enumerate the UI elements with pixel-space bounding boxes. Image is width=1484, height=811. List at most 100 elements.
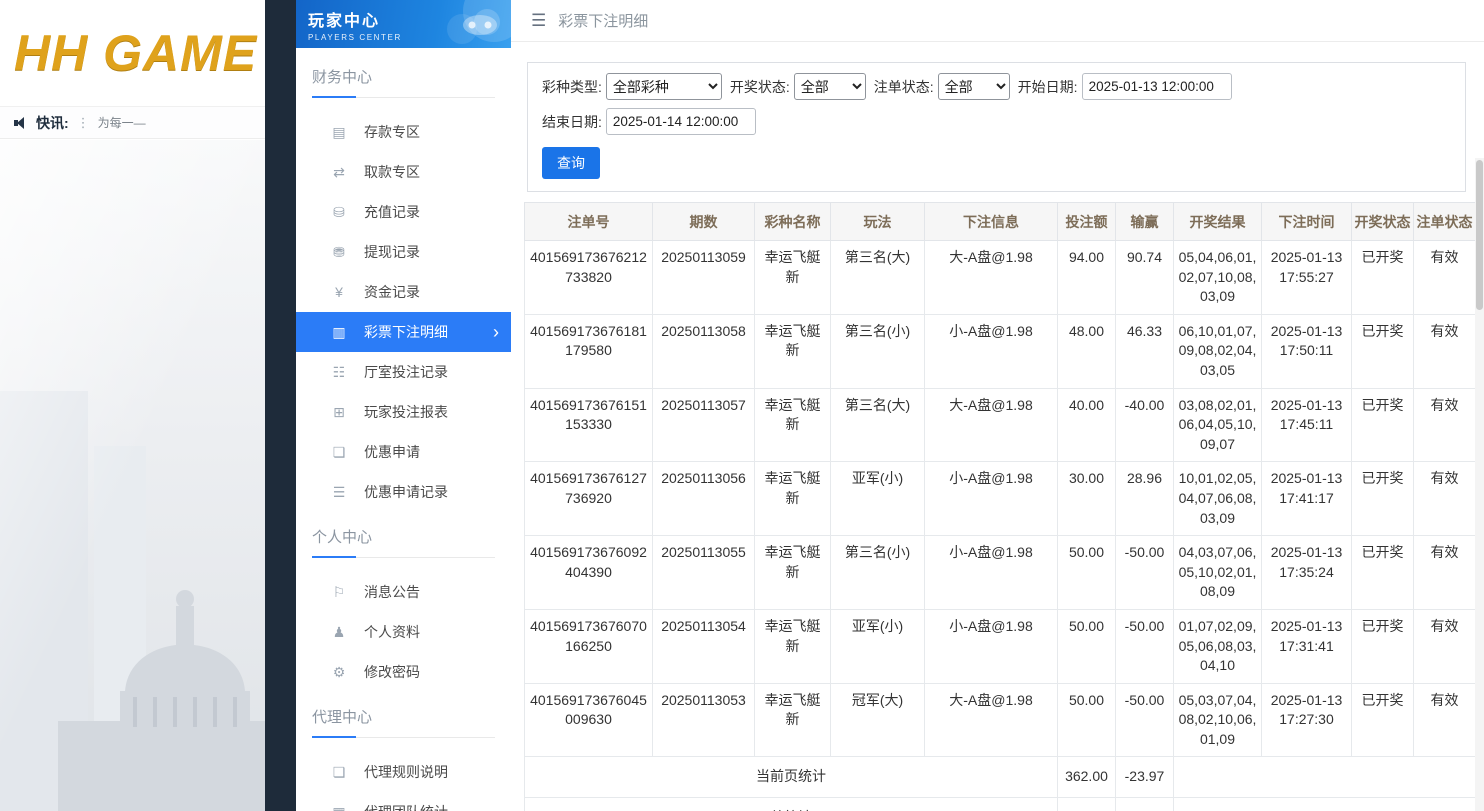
sidebar-item-label: 消息公告 — [364, 582, 420, 602]
cell-period: 20250113058 — [653, 314, 755, 388]
sidebar-item-hall-bet-records[interactable]: ☷厅室投注记录 — [296, 352, 511, 392]
cell-draw-status: 已开奖 — [1352, 536, 1414, 610]
cell-bet-info: 小-A盘@1.98 — [925, 609, 1058, 683]
cell-bet-time: 2025-01-13 17:45:11 — [1262, 388, 1352, 462]
capitol-illustration — [0, 391, 265, 811]
draw-status-label: 开奖状态: — [730, 77, 790, 97]
cell-period: 20250113057 — [653, 388, 755, 462]
ticker-text[interactable]: 为每一— — [98, 114, 146, 131]
cell-draw-status: 已开奖 — [1352, 314, 1414, 388]
sidebar-item-fund-records[interactable]: ¥资金记录 — [296, 272, 511, 312]
cell-lottery-name: 幸运飞艇新 — [755, 609, 831, 683]
menu-toggle-icon[interactable]: ☰ — [531, 11, 546, 31]
cell-play-type: 亚军(小) — [831, 462, 925, 536]
sidebar-item-agent-team-stats[interactable]: ▦代理团队统计 — [296, 792, 511, 811]
bet-table-wrap: 注单号期数彩种名称玩法下注信息投注额输赢开奖结果下注时间开奖状态注单状态 401… — [524, 202, 1475, 811]
overlay-left-rail — [265, 0, 296, 811]
cell-bet-amount: 48.00 — [1058, 314, 1116, 388]
promo-apply-records-icon: ☰ — [330, 484, 348, 501]
scrollbar-thumb[interactable] — [1476, 160, 1483, 310]
col-header-bet-amount: 投注额 — [1058, 203, 1116, 241]
cell-lottery-name: 幸运飞艇新 — [755, 314, 831, 388]
cell-order-status: 有效 — [1414, 462, 1476, 536]
end-date-input[interactable] — [606, 108, 756, 135]
sidebar-item-change-password[interactable]: ⚙修改密码 — [296, 652, 511, 692]
cell-draw-result: 04,03,07,06,05,10,02,01,08,09 — [1174, 536, 1262, 610]
site-logo-area: HH GAME — [0, 0, 265, 106]
search-button[interactable]: 查询 — [542, 147, 600, 179]
cell-order-no: 401569173676045009630 — [525, 683, 653, 757]
sidebar-item-withdrawal-records[interactable]: ⛃提现记录 — [296, 232, 511, 272]
summary-winloss-total: -23.97 — [1116, 798, 1174, 811]
cell-order-status: 有效 — [1414, 314, 1476, 388]
change-password-icon: ⚙ — [330, 664, 348, 681]
end-date-filter: 结束日期: — [542, 108, 756, 135]
cell-period: 20250113053 — [653, 683, 755, 757]
sidebar-item-lottery-bet-details[interactable]: ▥彩票下注明细› — [296, 312, 511, 352]
col-header-draw-status: 开奖状态 — [1352, 203, 1414, 241]
ticker-separator-icon: ⋮ — [77, 115, 90, 131]
sidebar-item-label: 资金记录 — [364, 282, 420, 302]
draw-status-select[interactable]: 全部 — [794, 73, 866, 100]
total-summary-row: 总统计362.00-23.97 — [525, 798, 1476, 811]
summary-bet-total: 362.00 — [1058, 798, 1116, 811]
cell-bet-amount: 40.00 — [1058, 388, 1116, 462]
sidebar-item-promo-apply[interactable]: ❏优惠申请 — [296, 432, 511, 472]
col-header-period: 期数 — [653, 203, 755, 241]
cell-bet-info: 大-A盘@1.98 — [925, 388, 1058, 462]
cell-draw-result: 05,04,06,01,02,07,10,08,03,09 — [1174, 241, 1262, 315]
announcements-icon: ⚐ — [330, 584, 348, 601]
recharge-records-icon: ⛁ — [330, 204, 348, 221]
vertical-scrollbar[interactable] — [1475, 158, 1484, 811]
summary-label: 总统计 — [525, 798, 1058, 811]
summary-label: 当前页统计 — [525, 757, 1058, 798]
cell-order-no: 401569173676181179580 — [525, 314, 653, 388]
cell-lottery-name: 幸运飞艇新 — [755, 388, 831, 462]
cell-draw-status: 已开奖 — [1352, 241, 1414, 315]
sidebar-item-player-bet-report[interactable]: ⊞玩家投注报表 — [296, 392, 511, 432]
cell-bet-time: 2025-01-13 17:31:41 — [1262, 609, 1352, 683]
sidebar-item-announcements[interactable]: ⚐ 消息公告 — [296, 572, 511, 612]
cell-order-status: 有效 — [1414, 388, 1476, 462]
cell-order-no: 401569173676212733820 — [525, 241, 653, 315]
cell-lottery-name: 幸运飞艇新 — [755, 462, 831, 536]
cell-bet-time: 2025-01-13 17:35:24 — [1262, 536, 1352, 610]
deposit-zone-icon: ▤ — [330, 124, 348, 141]
table-row: 40156917367612773692020250113056幸运飞艇新亚军(… — [525, 462, 1476, 536]
col-header-win-loss: 输赢 — [1116, 203, 1174, 241]
cell-bet-time: 2025-01-13 17:41:17 — [1262, 462, 1352, 536]
current-page-summary-row: 当前页统计362.00-23.97 — [525, 757, 1476, 798]
sidebar-section-title: 财务中心 — [312, 66, 495, 98]
sidebar-item-profile[interactable]: ♟个人资料 — [296, 612, 511, 652]
player-bet-report-icon: ⊞ — [330, 404, 348, 421]
sidebar-item-label: 存款专区 — [364, 122, 420, 142]
sidebar-item-label: 代理团队统计 — [364, 802, 448, 811]
table-row: 40156917367609240439020250113055幸运飞艇新第三名… — [525, 536, 1476, 610]
cell-order-no: 401569173676127736920 — [525, 462, 653, 536]
cell-lottery-name: 幸运飞艇新 — [755, 241, 831, 315]
col-header-bet-info: 下注信息 — [925, 203, 1058, 241]
cell-bet-time: 2025-01-13 17:50:11 — [1262, 314, 1352, 388]
start-date-input[interactable] — [1082, 73, 1232, 100]
sidebar-item-recharge-records[interactable]: ⛁充值记录 — [296, 192, 511, 232]
table-row: 40156917367604500963020250113053幸运飞艇新冠军(… — [525, 683, 1476, 757]
cell-period: 20250113054 — [653, 609, 755, 683]
sidebar-item-promo-apply-records[interactable]: ☰优惠申请记录 — [296, 472, 511, 512]
cell-bet-info: 大-A盘@1.98 — [925, 683, 1058, 757]
cell-bet-info: 小-A盘@1.98 — [925, 314, 1058, 388]
cell-play-type: 第三名(大) — [831, 388, 925, 462]
sidebar-item-deposit-zone[interactable]: ▤ 存款专区 — [296, 112, 511, 152]
lottery-type-select[interactable]: 全部彩种 — [606, 73, 722, 100]
summary-filler — [1174, 757, 1476, 798]
cell-play-type: 第三名(小) — [831, 314, 925, 388]
cell-draw-status: 已开奖 — [1352, 388, 1414, 462]
sidebar-item-withdraw-zone[interactable]: ⇄取款专区 — [296, 152, 511, 192]
main-panel: ☰ 彩票下注明细 彩种类型: 全部彩种 开奖状态: 全部 注单状态 — [511, 0, 1484, 811]
order-status-select[interactable]: 全部 — [938, 73, 1010, 100]
player-center-sidebar: 玩家中心 PLAYERS CENTER 财务中心▤存款专区⇄取款专区⛁充值记录⛃… — [296, 0, 511, 811]
sidebar-item-agent-rules[interactable]: ❏代理规则说明 — [296, 752, 511, 792]
cell-order-status: 有效 — [1414, 609, 1476, 683]
order-status-filter: 注单状态: 全部 — [874, 73, 1010, 100]
lottery-type-label: 彩种类型: — [542, 77, 602, 97]
sidebar-item-label: 个人资料 — [364, 622, 420, 642]
